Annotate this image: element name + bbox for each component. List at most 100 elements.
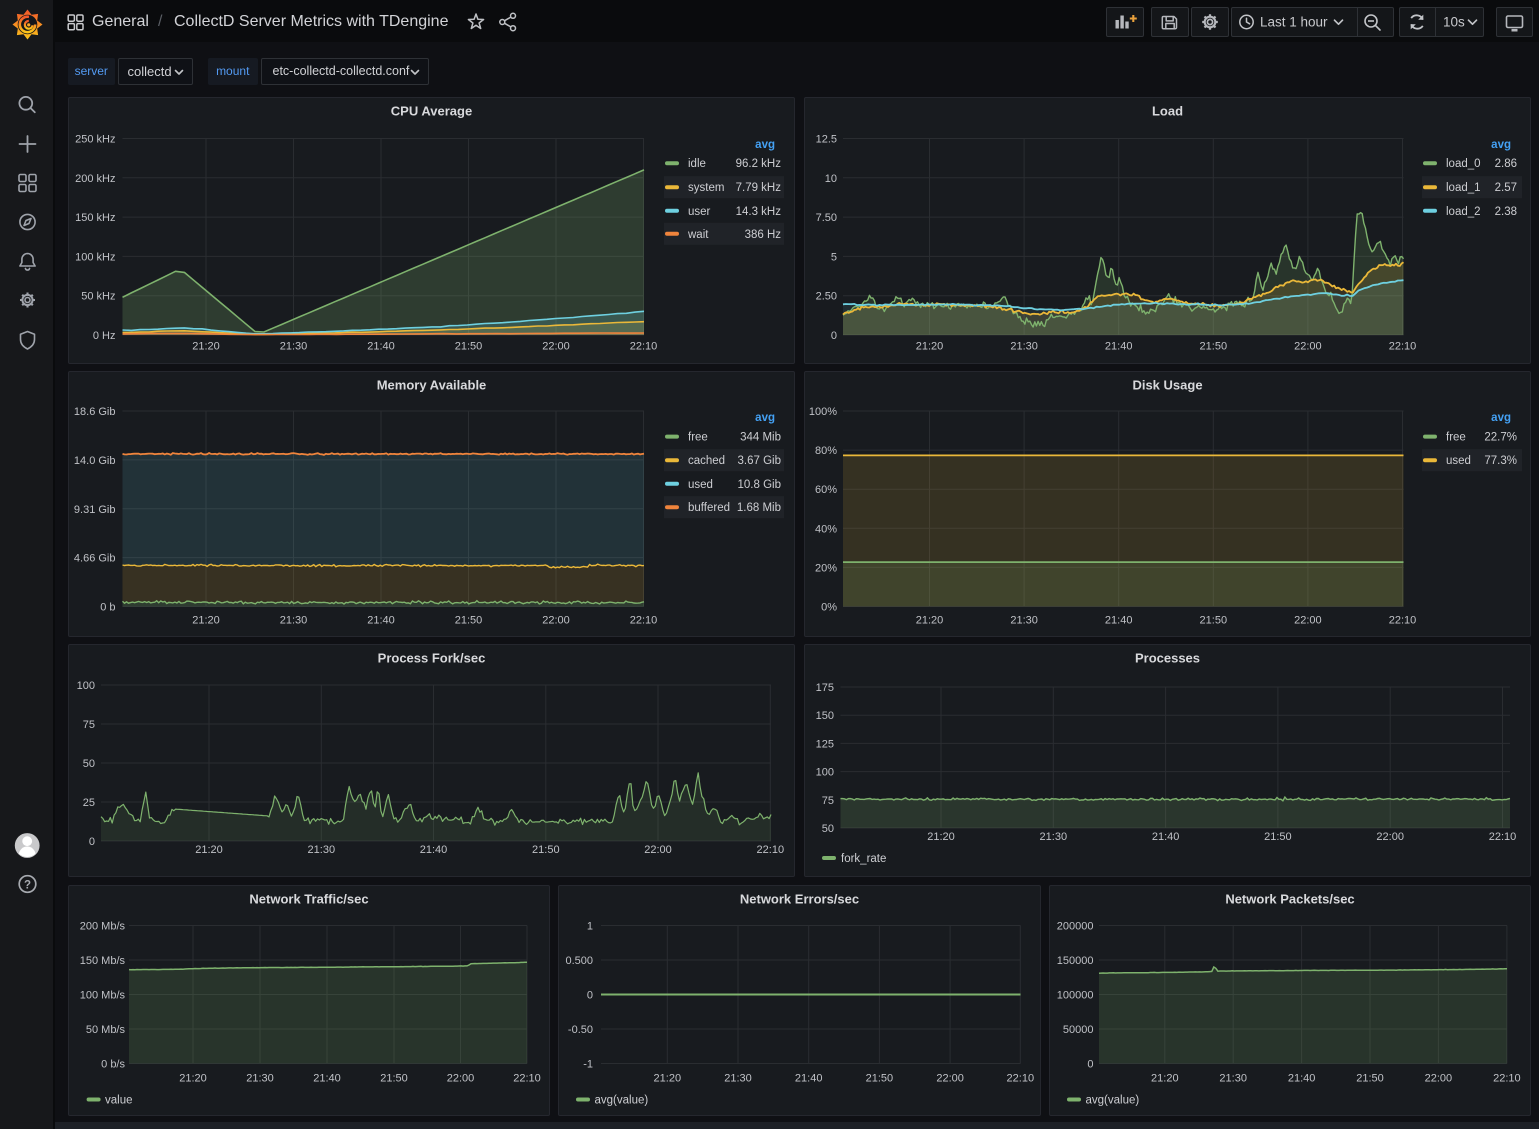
svg-text:75: 75 xyxy=(822,795,834,807)
svg-text:100: 100 xyxy=(77,680,95,692)
svg-text:150 kHz: 150 kHz xyxy=(75,212,115,224)
svg-text:21:20: 21:20 xyxy=(179,1073,207,1085)
svg-text:150 Mb/s: 150 Mb/s xyxy=(80,955,126,967)
svg-text:21:50: 21:50 xyxy=(1200,341,1228,353)
svg-text:50 Mb/s: 50 Mb/s xyxy=(86,1024,126,1036)
svg-text:50000: 50000 xyxy=(1063,1024,1094,1036)
svg-text:22:00: 22:00 xyxy=(1294,615,1322,627)
svg-text:21:20: 21:20 xyxy=(927,831,955,843)
svg-text:?: ? xyxy=(24,880,31,892)
svg-text:21:50: 21:50 xyxy=(455,341,483,353)
svg-text:-1: -1 xyxy=(583,1059,593,1071)
svg-text:50: 50 xyxy=(822,823,834,835)
svg-text:21:40: 21:40 xyxy=(420,844,448,856)
svg-text:22:00: 22:00 xyxy=(1294,341,1322,353)
svg-text:Memory Available: Memory Available xyxy=(377,378,487,393)
svg-text:22:10: 22:10 xyxy=(630,615,658,627)
svg-text:cached: cached xyxy=(688,455,725,467)
svg-text:50: 50 xyxy=(83,758,95,770)
svg-text:21:40: 21:40 xyxy=(367,615,395,627)
svg-text:96.2 kHz: 96.2 kHz xyxy=(736,158,782,170)
svg-text:125: 125 xyxy=(816,738,834,750)
svg-text:21:50: 21:50 xyxy=(1200,615,1228,627)
svg-text:Processes: Processes xyxy=(1135,651,1200,666)
svg-text:80%: 80% xyxy=(815,445,837,457)
svg-text:25: 25 xyxy=(83,797,95,809)
svg-text:10.8 Gib: 10.8 Gib xyxy=(738,479,781,491)
svg-text:system: system xyxy=(688,182,724,194)
svg-text:200 kHz: 200 kHz xyxy=(75,173,115,185)
svg-text:22:00: 22:00 xyxy=(542,341,570,353)
svg-text:22:00: 22:00 xyxy=(1425,1073,1453,1085)
svg-text:0: 0 xyxy=(831,330,837,342)
svg-text:9.31 Gib: 9.31 Gib xyxy=(74,504,116,516)
svg-text:21:40: 21:40 xyxy=(1152,831,1180,843)
svg-text:7.79 kHz: 7.79 kHz xyxy=(736,182,782,194)
svg-text:22:10: 22:10 xyxy=(1493,1073,1521,1085)
svg-text:21:20: 21:20 xyxy=(192,615,220,627)
svg-text:user: user xyxy=(688,206,711,218)
svg-text:21:50: 21:50 xyxy=(1356,1073,1384,1085)
svg-text:22:10: 22:10 xyxy=(1389,341,1417,353)
svg-text:175: 175 xyxy=(816,682,834,694)
svg-text:21:20: 21:20 xyxy=(195,844,223,856)
svg-text:21:30: 21:30 xyxy=(308,844,336,856)
svg-text:Network Errors/sec: Network Errors/sec xyxy=(740,892,859,907)
svg-text:21:50: 21:50 xyxy=(1264,831,1292,843)
svg-text:21:30: 21:30 xyxy=(724,1073,752,1085)
svg-text:21:30: 21:30 xyxy=(280,615,308,627)
svg-text:100000: 100000 xyxy=(1057,990,1094,1002)
svg-text:10: 10 xyxy=(825,173,837,185)
svg-text:CPU Average: CPU Average xyxy=(391,104,472,119)
svg-text:7.50: 7.50 xyxy=(816,212,837,224)
svg-text:21:50: 21:50 xyxy=(380,1073,408,1085)
svg-text:21:40: 21:40 xyxy=(1288,1073,1316,1085)
svg-text:22:00: 22:00 xyxy=(1376,831,1404,843)
svg-text:100%: 100% xyxy=(809,406,837,418)
svg-text:21:30: 21:30 xyxy=(1219,1073,1247,1085)
svg-text:21:20: 21:20 xyxy=(916,615,944,627)
svg-text:avg: avg xyxy=(755,412,775,424)
svg-text:buffered: buffered xyxy=(688,502,730,514)
svg-text:22:10: 22:10 xyxy=(630,341,658,353)
svg-text:0.500: 0.500 xyxy=(565,955,593,967)
svg-text:0%: 0% xyxy=(821,602,837,614)
svg-text:200 Mb/s: 200 Mb/s xyxy=(80,921,126,933)
svg-text:load_0: load_0 xyxy=(1446,158,1481,170)
svg-text:14.3 kHz: 14.3 kHz xyxy=(736,206,782,218)
svg-text:2.38: 2.38 xyxy=(1495,206,1517,218)
svg-text:12.5: 12.5 xyxy=(816,134,837,146)
svg-text:21:20: 21:20 xyxy=(1151,1073,1179,1085)
svg-text:22:00: 22:00 xyxy=(936,1073,964,1085)
svg-text:load_2: load_2 xyxy=(1446,206,1481,218)
svg-text:22:00: 22:00 xyxy=(447,1073,475,1085)
svg-text:avg: avg xyxy=(1491,139,1511,151)
svg-text:2.57: 2.57 xyxy=(1495,182,1517,194)
svg-text:21:30: 21:30 xyxy=(1010,341,1038,353)
svg-text:77.3%: 77.3% xyxy=(1484,455,1517,467)
svg-text:0 b/s: 0 b/s xyxy=(101,1059,125,1071)
svg-text:avg: avg xyxy=(755,139,775,151)
svg-text:21:40: 21:40 xyxy=(313,1073,341,1085)
svg-text:100 Mb/s: 100 Mb/s xyxy=(80,990,126,1002)
svg-text:22:10: 22:10 xyxy=(1389,615,1417,627)
svg-text:0 Hz: 0 Hz xyxy=(93,330,116,342)
svg-text:Network Packets/sec: Network Packets/sec xyxy=(1225,892,1354,907)
svg-text:21:30: 21:30 xyxy=(1010,615,1038,627)
svg-text:free: free xyxy=(688,432,708,444)
svg-text:22:10: 22:10 xyxy=(1007,1073,1035,1085)
svg-text:avg: avg xyxy=(1491,412,1511,424)
svg-text:21:50: 21:50 xyxy=(866,1073,894,1085)
svg-text:22.7%: 22.7% xyxy=(1484,432,1517,444)
svg-text:21:20: 21:20 xyxy=(916,341,944,353)
svg-text:0: 0 xyxy=(1087,1059,1093,1071)
svg-text:60%: 60% xyxy=(815,484,837,496)
svg-text:21:20: 21:20 xyxy=(654,1073,682,1085)
svg-text:21:30: 21:30 xyxy=(1040,831,1068,843)
svg-text:idle: idle xyxy=(688,158,706,170)
svg-text:wait: wait xyxy=(687,229,709,241)
svg-text:used: used xyxy=(1446,455,1471,467)
svg-text:10s: 10s xyxy=(1443,15,1465,30)
svg-text:3.67 Gib: 3.67 Gib xyxy=(738,455,781,467)
svg-text:Load: Load xyxy=(1152,104,1183,119)
